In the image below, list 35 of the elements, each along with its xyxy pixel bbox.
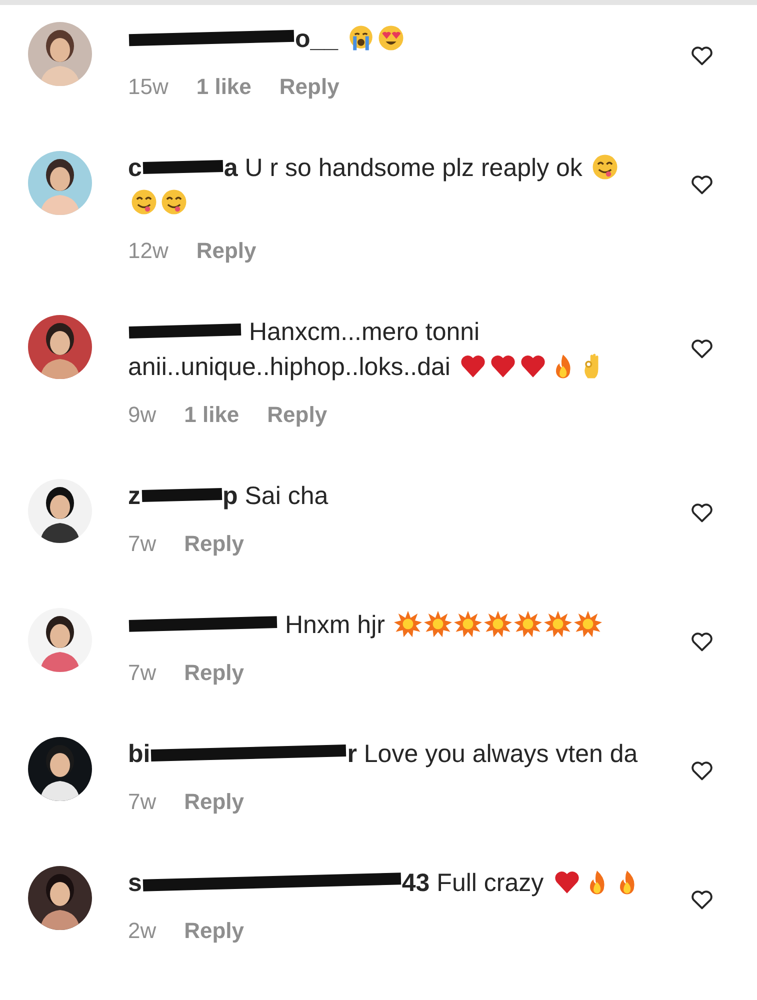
username-fragment[interactable]: 43: [402, 869, 430, 897]
username-fragment[interactable]: o__: [295, 25, 338, 53]
username-fragment[interactable]: bi: [128, 740, 150, 768]
timestamp: 7w: [128, 531, 156, 557]
username-fragment[interactable]: s: [128, 869, 142, 897]
username-fragment[interactable]: r: [347, 740, 357, 768]
collision-icon: [394, 610, 422, 638]
username-fragment[interactable]: p: [222, 482, 238, 510]
username-fragment[interactable]: c: [128, 154, 142, 182]
heart-eyes-face-icon: [377, 24, 406, 52]
timestamp: 15w: [128, 74, 168, 100]
collision-icon: [514, 610, 542, 638]
collision-icon: [574, 610, 602, 638]
username-fragment[interactable]: z: [128, 482, 140, 510]
timestamp: 12w: [128, 238, 168, 264]
collision-icon: [484, 610, 512, 638]
smiling-face-with-tongue-icon: [160, 188, 188, 216]
comment-text: Hnxm hjr: [284, 611, 385, 639]
crying-face-icon: [347, 24, 376, 52]
timestamp: 7w: [128, 660, 156, 686]
collision-icon: [454, 610, 482, 638]
timestamp: 9w: [128, 402, 156, 428]
comment-text: Sai cha: [244, 482, 328, 510]
comment-text: anii..unique..hiphop..loks..dai: [128, 353, 450, 381]
timestamp: 2w: [128, 918, 156, 944]
collision-icon: [544, 610, 572, 638]
comment-text: U r so handsome plz reaply ok: [244, 154, 582, 182]
comment-text: Full crazy: [436, 869, 544, 897]
timestamp: 7w: [128, 789, 156, 815]
username-fragment[interactable]: a: [224, 154, 238, 182]
comment-text: Love you always vten da: [364, 740, 638, 768]
smiling-face-with-tongue-icon: [591, 153, 620, 181]
comment-text: Hanxcm...mero tonni: [248, 318, 480, 346]
smiling-face-with-tongue-icon: [130, 188, 158, 216]
collision-icon: [424, 610, 452, 638]
